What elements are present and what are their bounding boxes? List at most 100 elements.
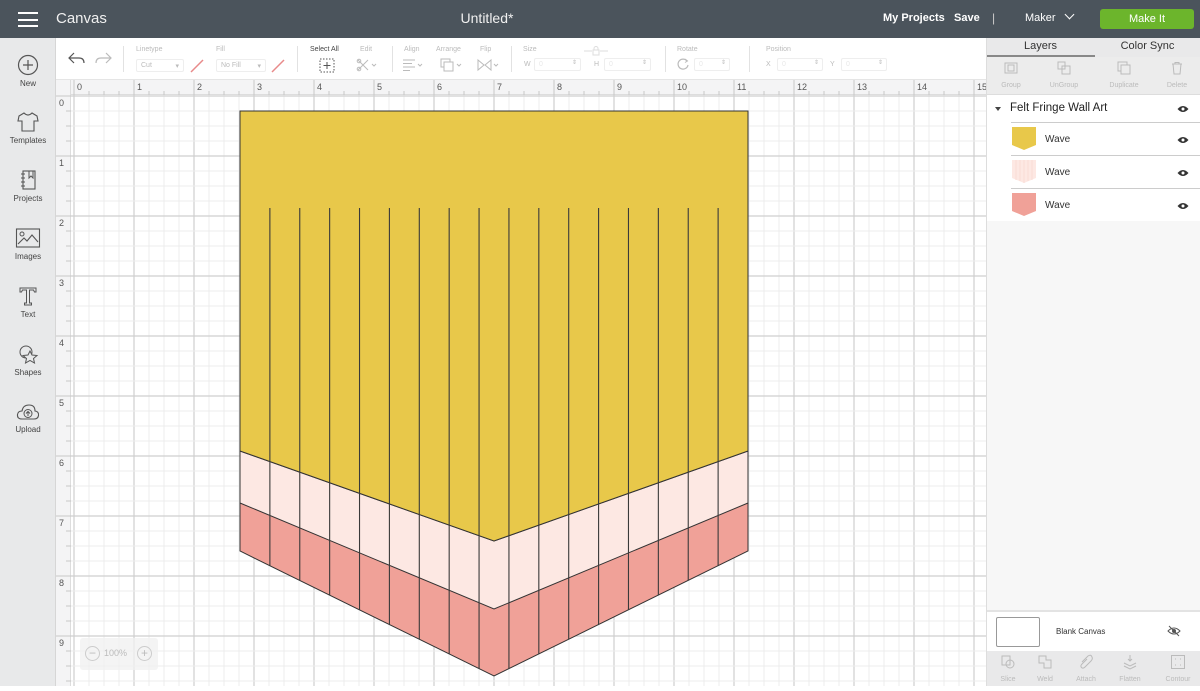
- ruler-label: 1: [137, 82, 142, 92]
- y-label: Y: [830, 61, 835, 68]
- weld-button[interactable]: Weld: [1024, 654, 1066, 683]
- ruler-label: 5: [377, 82, 382, 92]
- ungroup-button[interactable]: UnGroup: [1040, 61, 1088, 89]
- ruler-label: 8: [557, 82, 562, 92]
- stepper-icon[interactable]: ⇕: [572, 59, 577, 66]
- design-canvas[interactable]: [71, 95, 986, 686]
- fill-label: Fill: [216, 46, 225, 53]
- stepper-icon[interactable]: ⇕: [814, 59, 819, 66]
- divider: [749, 46, 750, 72]
- layer-thumbnail: [1012, 127, 1036, 150]
- sidebar-label: New: [19, 79, 36, 88]
- blank-canvas-swatch[interactable]: [996, 617, 1040, 647]
- make-it-button[interactable]: Make It: [1100, 9, 1194, 29]
- stepper-icon[interactable]: ⇕: [721, 59, 726, 66]
- x-label: X: [766, 61, 771, 68]
- layer-row[interactable]: Wave: [987, 155, 1200, 188]
- slice-button[interactable]: Slice: [987, 654, 1029, 683]
- fill-select[interactable]: No Fill ▾: [216, 59, 266, 72]
- eye-icon[interactable]: [1177, 202, 1189, 210]
- ruler-label: 3: [257, 82, 262, 92]
- eye-hidden-icon[interactable]: [1167, 625, 1181, 637]
- trash-icon: [1172, 62, 1182, 75]
- layer-group-row[interactable]: Felt Fringe Wall Art: [987, 95, 1200, 122]
- layer-row[interactable]: Wave: [987, 122, 1200, 155]
- cloud-upload-icon: [16, 404, 40, 420]
- rotate-value: 0: [699, 61, 703, 68]
- duplicate-button[interactable]: Duplicate: [1100, 61, 1148, 89]
- my-projects-link[interactable]: My Projects: [883, 12, 945, 24]
- zoom-out-button[interactable]: −: [85, 646, 100, 661]
- sidebar-item-templates[interactable]: Templates: [0, 111, 56, 145]
- layer-name: Wave: [1045, 200, 1071, 211]
- ruler-label: 6: [437, 82, 442, 92]
- attach-button[interactable]: Attach: [1065, 654, 1107, 683]
- tab-layers[interactable]: Layers: [987, 40, 1094, 52]
- height-input[interactable]: 0 ⇕: [604, 58, 651, 71]
- sidebar-item-new[interactable]: New: [0, 54, 56, 88]
- group-button[interactable]: Group: [987, 61, 1035, 89]
- chevron-down-icon: [1064, 9, 1075, 20]
- linetype-select[interactable]: Cut ▾: [136, 59, 184, 72]
- ruler-label: 2: [197, 82, 202, 92]
- sidebar-item-shapes[interactable]: Shapes: [0, 343, 56, 377]
- sidebar-item-images[interactable]: Images: [0, 227, 56, 261]
- action-label: Delete: [1166, 82, 1188, 89]
- edit-label: Edit: [360, 46, 373, 53]
- ruler-label: 15: [977, 82, 986, 92]
- separator: |: [992, 11, 996, 25]
- x-input[interactable]: 0 ⇕: [777, 58, 823, 71]
- eye-icon[interactable]: [1177, 136, 1189, 144]
- sidebar-item-text[interactable]: Text: [0, 285, 56, 319]
- ruler-ticks: 0 1 2 3 4 5 6 7 8 9 10 11 12 13 14 15: [73, 80, 1020, 95]
- align-icon[interactable]: [402, 59, 424, 71]
- undo-icon[interactable]: [68, 52, 86, 66]
- width-input[interactable]: 0 ⇕: [534, 58, 581, 71]
- eye-icon[interactable]: [1177, 169, 1189, 177]
- collapse-triangle-icon[interactable]: [995, 107, 1001, 111]
- eye-icon[interactable]: [1177, 105, 1189, 113]
- layer-actions: Group UnGroup Duplicate Delete: [987, 57, 1200, 95]
- arrange-icon[interactable]: [440, 58, 464, 72]
- layer-row[interactable]: Wave: [987, 188, 1200, 221]
- y-input[interactable]: 0 ⇕: [841, 58, 887, 71]
- document-title[interactable]: Untitled*: [0, 10, 974, 26]
- zoom-in-button[interactable]: +: [137, 646, 152, 661]
- machine-select[interactable]: Maker: [1025, 9, 1075, 24]
- wave-yellow-shape[interactable]: [239, 110, 749, 542]
- group-icon: [1004, 62, 1018, 74]
- sidebar-item-projects[interactable]: Projects: [0, 169, 56, 203]
- image-icon: [15, 228, 41, 248]
- select-all-icon[interactable]: [319, 58, 335, 73]
- stepper-icon[interactable]: ⇕: [642, 59, 647, 66]
- x-value: 0: [782, 61, 786, 68]
- action-label: Weld: [1037, 676, 1053, 683]
- paperclip-icon: [1080, 654, 1093, 669]
- tab-color-sync[interactable]: Color Sync: [1094, 40, 1200, 52]
- linetype-color-swatch[interactable]: [189, 58, 205, 74]
- save-button[interactable]: Save: [954, 12, 980, 24]
- left-sidebar: New Templates Projects Images Text Shape…: [0, 38, 56, 686]
- fill-color-swatch[interactable]: [270, 58, 286, 74]
- sidebar-item-upload[interactable]: Upload: [0, 402, 56, 434]
- duplicate-icon: [1117, 61, 1131, 75]
- delete-button[interactable]: Delete: [1153, 61, 1200, 89]
- action-label: Attach: [1076, 676, 1096, 683]
- flatten-button[interactable]: Flatten: [1109, 654, 1151, 683]
- redo-icon[interactable]: [94, 52, 112, 66]
- divider: [665, 46, 666, 72]
- dropdown-arrow-icon: ▾: [257, 63, 261, 70]
- fill-value: No Fill: [221, 62, 241, 69]
- lock-icon[interactable]: [583, 45, 609, 57]
- sidebar-label: Upload: [15, 425, 41, 434]
- rotate-icon: [677, 58, 689, 70]
- edit-scissors-icon[interactable]: [356, 58, 378, 72]
- layer-name: Wave: [1045, 134, 1071, 145]
- contour-button[interactable]: Contour: [1157, 654, 1199, 683]
- flip-icon[interactable]: [477, 58, 501, 72]
- tshirt-icon: [17, 112, 39, 132]
- rotate-input[interactable]: 0 ⇕: [694, 58, 730, 71]
- weld-icon: [1038, 655, 1052, 669]
- stepper-icon[interactable]: ⇕: [878, 59, 883, 66]
- y-value: 0: [846, 61, 850, 68]
